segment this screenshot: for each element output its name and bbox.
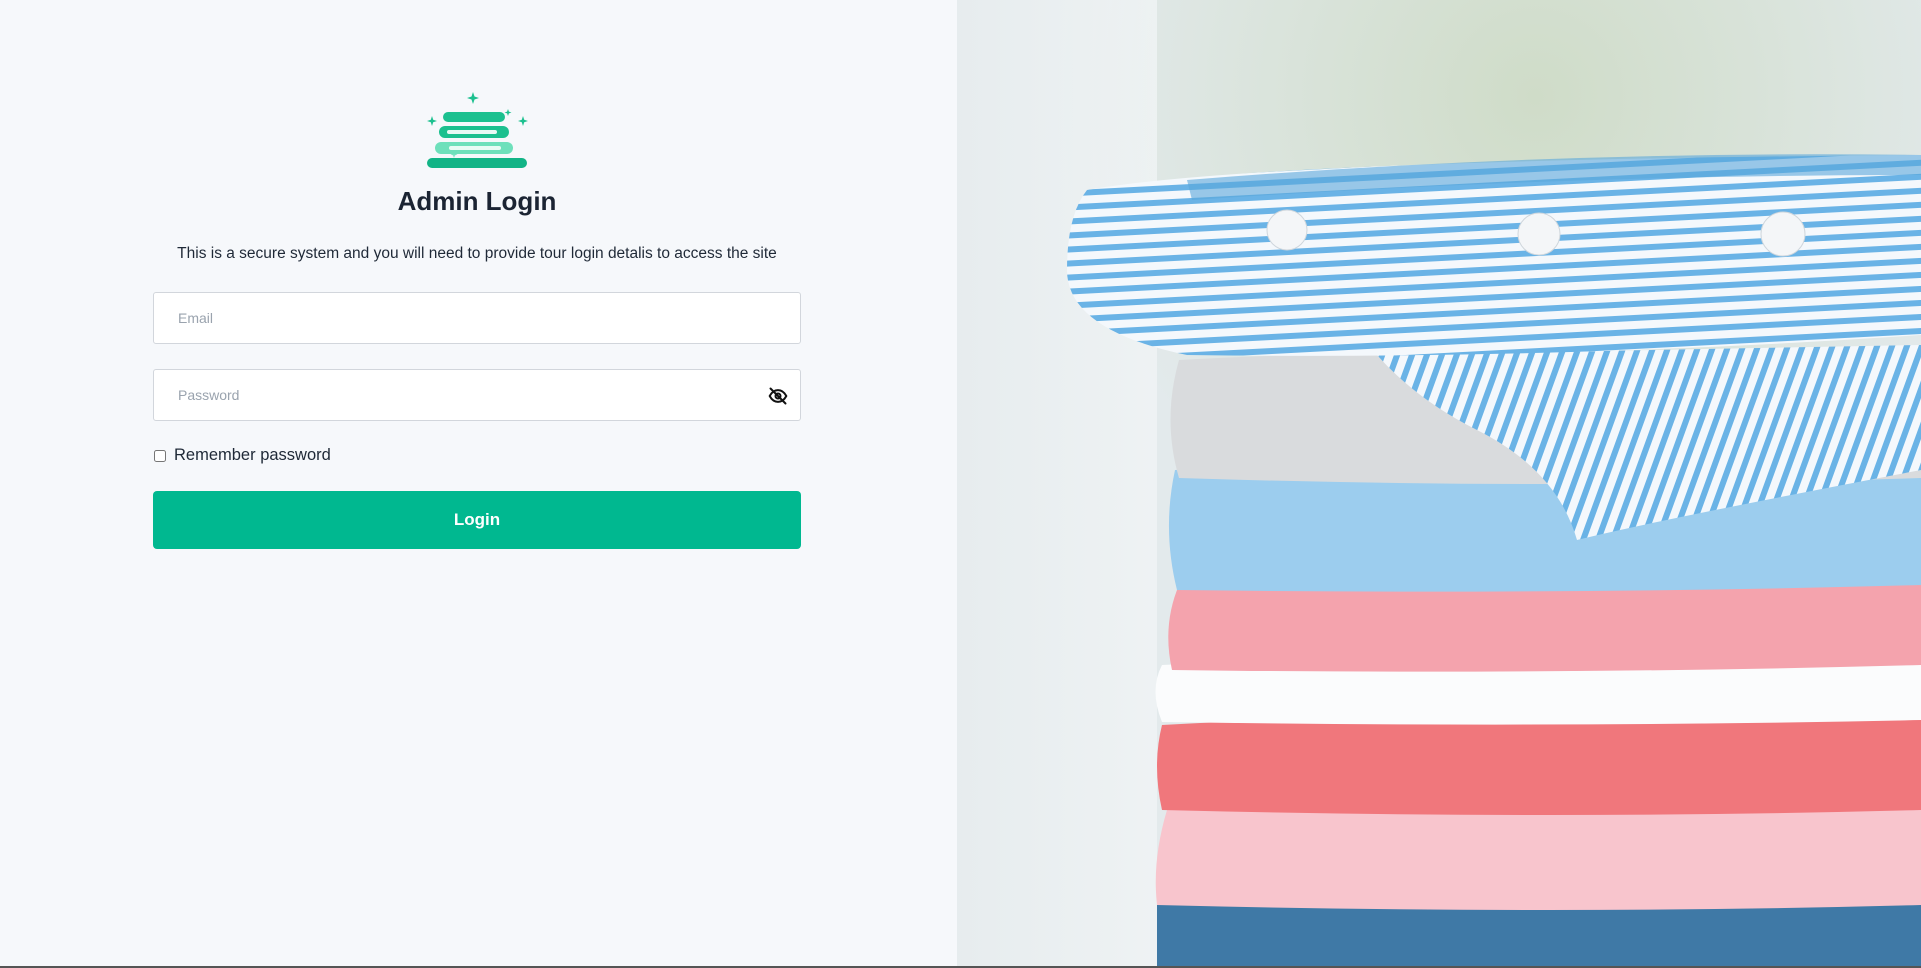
email-input[interactable]	[154, 293, 800, 343]
password-input[interactable]	[154, 370, 800, 420]
toggle-password-visibility-button[interactable]	[766, 384, 790, 408]
remember-password-checkbox[interactable]	[154, 449, 166, 462]
hero-image	[957, 0, 1921, 968]
login-panel: Admin Login This is a secure system and …	[0, 0, 957, 968]
email-field	[153, 292, 801, 344]
folded-clothes-photo	[957, 0, 1921, 968]
page-title: Admin Login	[397, 186, 557, 216]
login-instructions: This is a secure system and you will nee…	[177, 245, 777, 262]
login-form: Admin Login This is a secure system and …	[153, 90, 801, 549]
eye-off-icon	[768, 387, 788, 405]
remember-password-label: Remember password	[174, 446, 331, 464]
password-field	[153, 369, 801, 421]
login-button[interactable]: Login	[153, 491, 801, 549]
remember-password-row: Remember password	[153, 446, 801, 465]
login-page: Admin Login This is a secure system and …	[0, 0, 1921, 968]
laundry-logo-icon	[427, 92, 528, 168]
